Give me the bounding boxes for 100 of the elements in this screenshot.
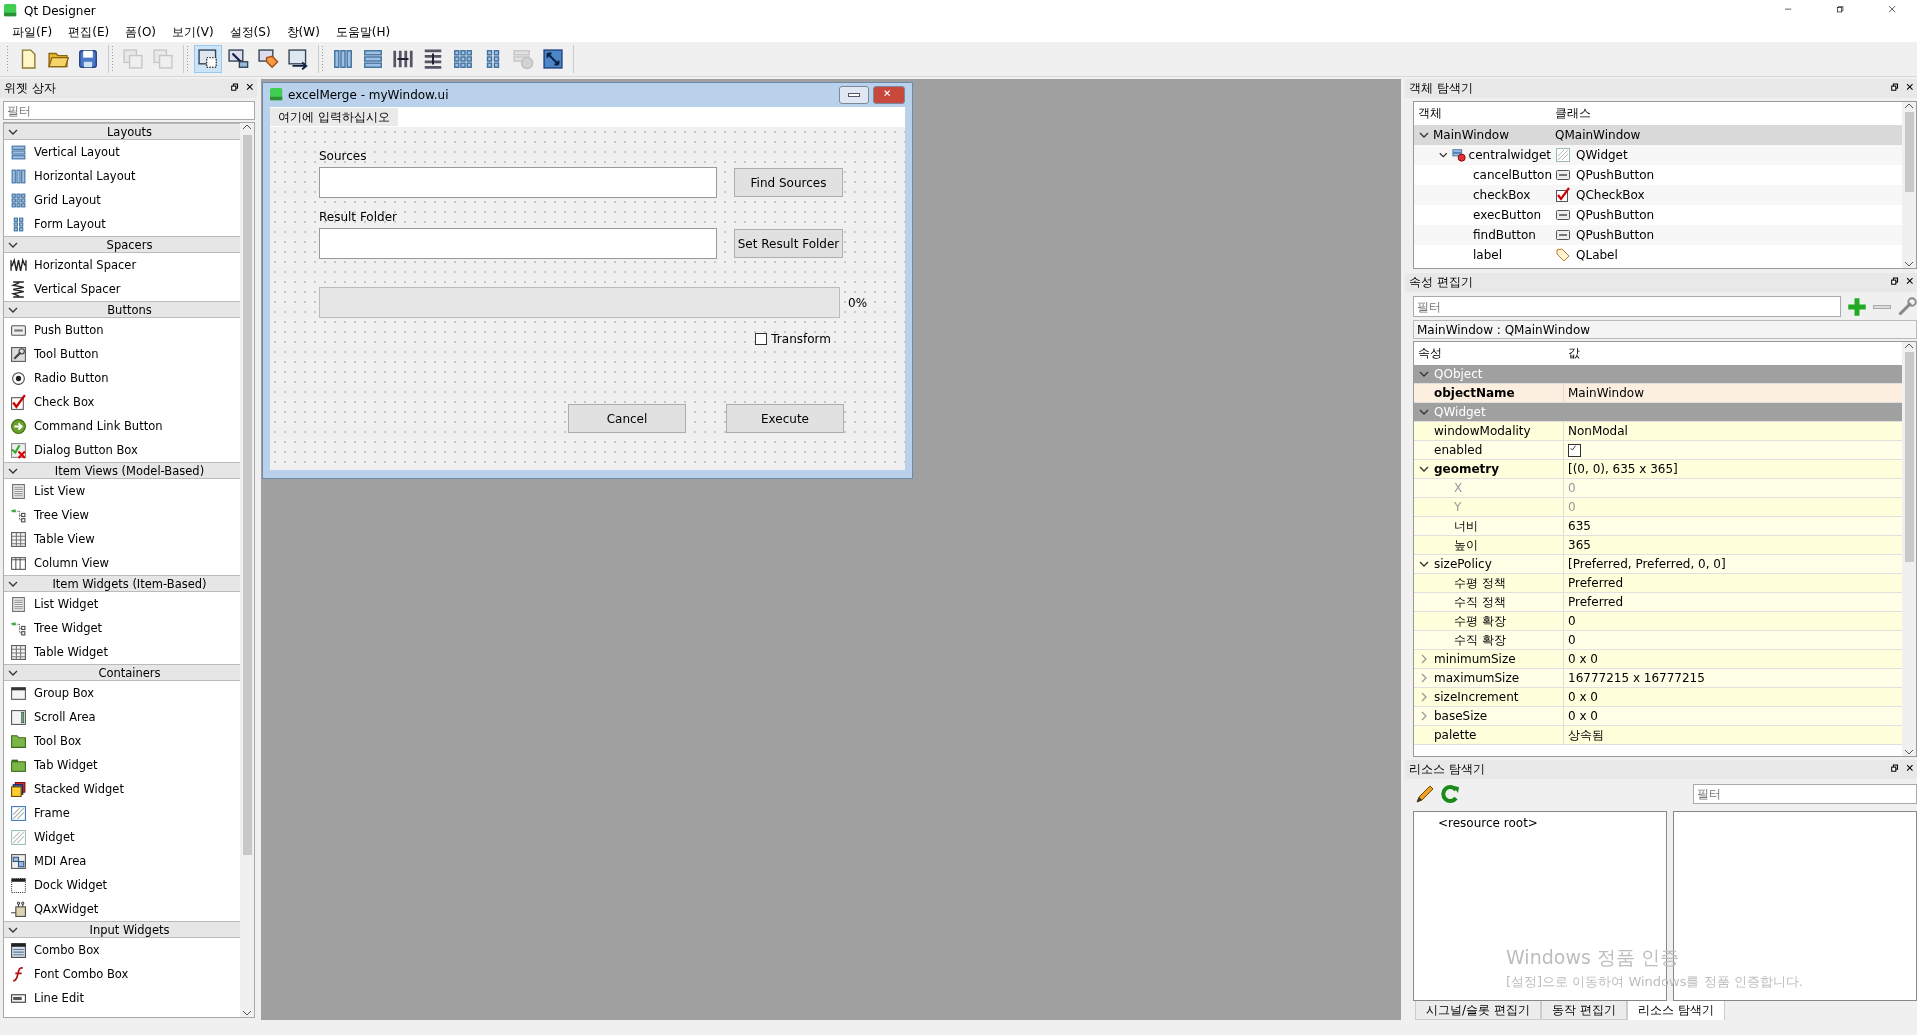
menu-item[interactable]: 폼(O) bbox=[117, 23, 165, 41]
filter-field[interactable]: 필터 bbox=[1693, 784, 1917, 804]
input-field[interactable] bbox=[319, 167, 717, 198]
widget-item[interactable]: QAxWidget bbox=[4, 897, 240, 921]
push-button[interactable]: Find Sources bbox=[734, 168, 843, 197]
rows-icon bbox=[362, 48, 384, 70]
widget-item[interactable]: Column View bbox=[4, 551, 240, 575]
group-box-icon bbox=[10, 684, 27, 702]
widget-item[interactable]: Scroll Area bbox=[4, 705, 240, 729]
toolbar-button[interactable] bbox=[194, 45, 222, 73]
list-icon bbox=[10, 482, 27, 500]
widget-item[interactable]: Stacked Widget bbox=[4, 777, 240, 801]
filter-field[interactable]: 필터 bbox=[1413, 296, 1841, 317]
filter-field[interactable]: 필터 bbox=[3, 101, 255, 120]
property-name: 수직 정책 bbox=[1454, 593, 1506, 611]
category-header[interactable]: Spacers bbox=[4, 236, 240, 253]
widget-item[interactable]: Combo Box bbox=[4, 938, 240, 962]
widget-item[interactable]: Push Button bbox=[4, 318, 240, 342]
menu-item[interactable]: 보기(V) bbox=[164, 23, 222, 41]
widget-item[interactable]: Form Layout bbox=[4, 212, 240, 236]
property-value: 365 bbox=[1568, 538, 1591, 552]
property-name: enabled bbox=[1434, 443, 1483, 457]
widget-item[interactable]: Line Edit bbox=[4, 986, 240, 1010]
tree-item[interactable]: checkBox bbox=[1414, 185, 1551, 205]
tab[interactable]: 동작 편집기 bbox=[1540, 1001, 1627, 1020]
class-name: QWidget bbox=[1576, 148, 1628, 162]
checkbox[interactable] bbox=[755, 333, 768, 345]
widget-item[interactable]: Widget bbox=[4, 825, 240, 849]
menu-placeholder[interactable]: 여기에 입력하십시오 bbox=[270, 108, 398, 126]
scrollbar[interactable] bbox=[240, 123, 254, 1017]
widget-item[interactable]: Table Widget bbox=[4, 640, 240, 664]
widget-item[interactable]: Grid Layout bbox=[4, 188, 240, 212]
property-name: minimumSize bbox=[1434, 652, 1516, 666]
app-logo-icon bbox=[270, 88, 284, 102]
stacked-pages-icon bbox=[10, 780, 27, 798]
widget-item[interactable]: Group Box bbox=[4, 681, 240, 705]
list-icon bbox=[10, 595, 27, 613]
tree-item[interactable]: findButton bbox=[1414, 225, 1551, 245]
property-name: 수평 확장 bbox=[1454, 612, 1506, 630]
widget-item[interactable]: Tool Box bbox=[4, 729, 240, 753]
property-value: [Preferred, Preferred, 0, 0] bbox=[1568, 557, 1726, 571]
tree-item[interactable]: centralwidget bbox=[1414, 145, 1551, 165]
minimize-button[interactable] bbox=[839, 86, 869, 104]
category-header[interactable]: Input Widgets bbox=[4, 921, 240, 938]
checkbox[interactable] bbox=[1568, 443, 1581, 457]
broken-layout-icon bbox=[1451, 147, 1466, 163]
widget-item[interactable]: Tool Button bbox=[4, 342, 240, 366]
property-value: Preferred bbox=[1568, 595, 1624, 609]
menu-item[interactable]: 창(W) bbox=[278, 23, 328, 41]
widget-item[interactable]: MDI Area bbox=[4, 849, 240, 873]
tree-item[interactable]: cancelButton bbox=[1414, 165, 1551, 185]
category-header[interactable]: Containers bbox=[4, 664, 240, 681]
widget-item[interactable]: Vertical Spacer bbox=[4, 277, 240, 301]
tree-item[interactable]: MainWindow bbox=[1414, 125, 1551, 145]
menu-item[interactable]: 파일(F) bbox=[4, 23, 61, 41]
widget-item[interactable]: Command Link Button bbox=[4, 414, 240, 438]
property-value: 0 bbox=[1568, 633, 1576, 647]
push-button[interactable]: Execute bbox=[726, 404, 844, 433]
widget-item[interactable]: Frame bbox=[4, 801, 240, 825]
column-header: 값 bbox=[1567, 345, 1580, 362]
category-header[interactable]: Item Widgets (Item-Based) bbox=[4, 575, 240, 592]
tab[interactable]: 리소스 탐색기 bbox=[1626, 1001, 1725, 1021]
push-button-icon bbox=[1555, 167, 1571, 183]
widget-item[interactable]: Radio Button bbox=[4, 366, 240, 390]
widget-item[interactable]: List View bbox=[4, 479, 240, 503]
class-name: QMainWindow bbox=[1555, 128, 1641, 142]
tree-icon bbox=[10, 619, 27, 637]
widget-item[interactable]: Dock Widget bbox=[4, 873, 240, 897]
menu-item[interactable]: 편집(E) bbox=[60, 23, 118, 41]
menu-item[interactable]: 설정(S) bbox=[221, 23, 279, 41]
widget-item[interactable]: Tree View bbox=[4, 503, 240, 527]
scrollbar[interactable] bbox=[1902, 342, 1916, 756]
property-value: 0 bbox=[1568, 481, 1576, 495]
app-title: Qt Designer bbox=[24, 4, 96, 18]
widget-item[interactable]: Check Box bbox=[4, 390, 240, 414]
widget-item[interactable]: Vertical Layout bbox=[4, 140, 240, 164]
widget-item[interactable]: Dialog Button Box bbox=[4, 438, 240, 462]
input-field[interactable] bbox=[319, 228, 717, 259]
widget-item[interactable]: Tab Widget bbox=[4, 753, 240, 777]
tree-item[interactable]: <resource root> bbox=[1438, 816, 1538, 830]
tree-item[interactable]: label bbox=[1414, 245, 1551, 265]
widget-item[interactable]: Horizontal Layout bbox=[4, 164, 240, 188]
tree-item[interactable]: execButton bbox=[1414, 205, 1551, 225]
property-value: 0 x 0 bbox=[1568, 709, 1598, 723]
widget-item[interactable]: List Widget bbox=[4, 592, 240, 616]
check-cross-icon bbox=[10, 441, 27, 459]
widget-item[interactable]: Horizontal Spacer bbox=[4, 253, 240, 277]
category-header[interactable]: Buttons bbox=[4, 301, 240, 318]
widget-item[interactable]: Table View bbox=[4, 527, 240, 551]
category-header[interactable]: Item Views (Model-Based) bbox=[4, 462, 240, 479]
push-button[interactable]: Set Result Folder bbox=[734, 229, 843, 258]
widget-item[interactable]: Tree Widget bbox=[4, 616, 240, 640]
close-button[interactable] bbox=[873, 86, 905, 104]
tab[interactable]: 시그널/슬롯 편집기 bbox=[1415, 1001, 1541, 1020]
category-header[interactable]: Layouts bbox=[4, 123, 240, 140]
menu-item[interactable]: 도움말(H) bbox=[327, 23, 399, 41]
widget-item[interactable]: Font Combo Box bbox=[4, 962, 240, 986]
push-button[interactable]: Cancel bbox=[568, 404, 686, 433]
scrollbar[interactable] bbox=[1902, 102, 1916, 268]
property-value: 0 x 0 bbox=[1568, 690, 1598, 704]
